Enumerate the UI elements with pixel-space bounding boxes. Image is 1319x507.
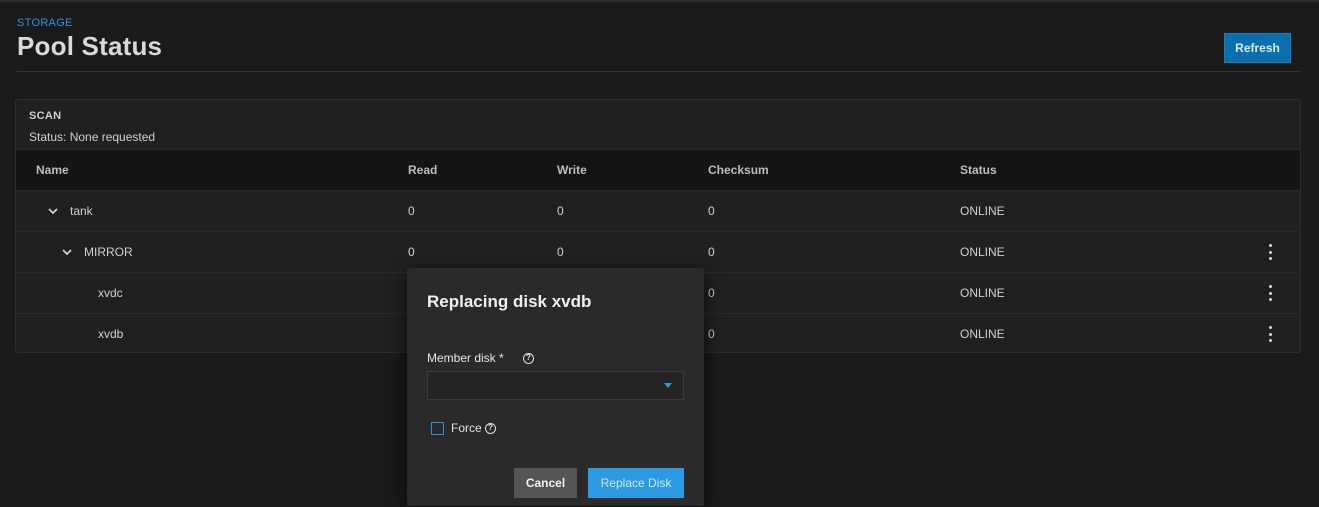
row-status: ONLINE bbox=[960, 204, 1005, 218]
row-checksum: 0 bbox=[708, 204, 715, 218]
column-header-checksum: Checksum bbox=[708, 163, 769, 177]
row-read: 0 bbox=[408, 245, 415, 259]
row-checksum: 0 bbox=[708, 286, 715, 300]
help-icon[interactable]: ? bbox=[485, 423, 496, 434]
top-border bbox=[0, 0, 1319, 2]
row-status: ONLINE bbox=[960, 245, 1005, 259]
dialog-title: Replacing disk xvdb bbox=[427, 292, 592, 311]
chevron-down-icon[interactable] bbox=[47, 205, 59, 217]
page-title: Pool Status bbox=[17, 31, 163, 61]
more-options-icon[interactable] bbox=[1266, 326, 1274, 342]
member-disk-select[interactable] bbox=[427, 371, 684, 400]
dropdown-arrow-icon bbox=[664, 383, 672, 388]
cancel-button[interactable]: Cancel bbox=[514, 468, 577, 498]
row-checksum: 0 bbox=[708, 327, 715, 341]
help-icon[interactable]: ? bbox=[523, 353, 534, 364]
scan-status: Status: None requested bbox=[29, 130, 156, 144]
breadcrumb[interactable]: STORAGE bbox=[17, 17, 73, 29]
table-header: Name Read Write Checksum Status bbox=[16, 149, 1300, 190]
row-status: ONLINE bbox=[960, 327, 1005, 341]
column-header-status: Status bbox=[960, 163, 997, 177]
replace-disk-button[interactable]: Replace Disk bbox=[588, 468, 684, 498]
column-header-write: Write bbox=[557, 163, 587, 177]
row-name: xvdc bbox=[98, 286, 123, 300]
refresh-button[interactable]: Refresh bbox=[1224, 33, 1291, 63]
table-row: MIRROR 0 0 0 ONLINE bbox=[16, 231, 1300, 272]
row-write: 0 bbox=[557, 204, 564, 218]
chevron-down-icon[interactable] bbox=[61, 246, 73, 258]
replace-disk-dialog: Replacing disk xvdb Member disk * ? Forc… bbox=[407, 268, 704, 506]
column-header-name: Name bbox=[36, 163, 69, 177]
scan-title: SCAN bbox=[29, 110, 62, 122]
row-status: ONLINE bbox=[960, 286, 1005, 300]
more-options-icon[interactable] bbox=[1266, 285, 1274, 301]
table-row: tank 0 0 0 ONLINE bbox=[16, 190, 1300, 231]
page-header: STORAGE Pool Status Refresh bbox=[17, 14, 1301, 72]
row-name: tank bbox=[70, 204, 93, 218]
row-read: 0 bbox=[408, 204, 415, 218]
more-options-icon[interactable] bbox=[1266, 244, 1274, 260]
row-name: MIRROR bbox=[84, 245, 133, 259]
row-write: 0 bbox=[557, 245, 564, 259]
row-name: xvdb bbox=[98, 327, 124, 341]
force-checkbox[interactable] bbox=[431, 422, 444, 435]
row-checksum: 0 bbox=[708, 245, 715, 259]
member-disk-label: Member disk * bbox=[427, 351, 504, 365]
force-label[interactable]: Force bbox=[451, 421, 482, 435]
column-header-read: Read bbox=[408, 163, 438, 177]
